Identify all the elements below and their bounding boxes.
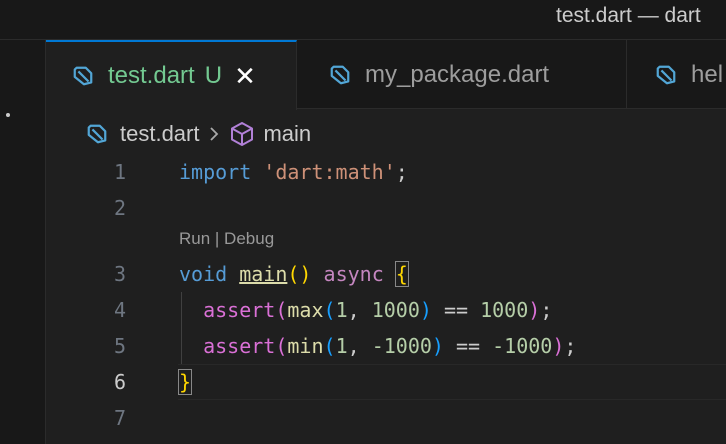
close-tab-icon[interactable]: ✕ <box>234 61 256 92</box>
code-line-6[interactable]: } <box>177 369 193 395</box>
tab-my-package-dart[interactable]: my_package.dart <box>297 40 627 109</box>
codelens-run-debug[interactable]: Run | Debug <box>179 229 274 249</box>
code-line-4[interactable]: assert(max(1, 1000) == 1000); <box>179 298 552 322</box>
untracked-status: U <box>204 62 223 89</box>
side-panel-edge <box>0 40 46 444</box>
line-number: 2 <box>113 196 126 220</box>
dart-file-icon <box>330 65 350 84</box>
tab-bar: test.dart U ✕ my_package.dart hel <box>46 40 726 110</box>
more-dot-icon[interactable] <box>6 113 10 117</box>
breadcrumb: test.dart main <box>86 120 311 148</box>
tab-test-dart[interactable]: test.dart U ✕ <box>46 40 297 110</box>
line-number: 3 <box>113 262 126 286</box>
dart-file-icon <box>73 66 93 86</box>
window-title: test.dart — dart <box>556 4 701 27</box>
line-number: 4 <box>113 298 126 322</box>
line-number: 7 <box>113 406 126 430</box>
code-line-3[interactable]: void main() async { <box>179 261 409 287</box>
dart-file-icon <box>87 124 107 144</box>
line-number: 1 <box>113 160 126 184</box>
breadcrumb-file[interactable]: test.dart <box>120 121 199 147</box>
tab-hel[interactable]: hel <box>627 40 726 109</box>
dart-file-icon <box>656 65 676 84</box>
current-line-highlight <box>178 364 726 400</box>
tab-label: test.dart <box>108 62 195 89</box>
breadcrumb-symbol[interactable]: main <box>263 121 311 147</box>
tab-label: hel <box>691 60 724 88</box>
line-number: 5 <box>113 334 126 358</box>
tab-label: my_package.dart <box>365 60 550 88</box>
code-line-1[interactable]: import 'dart:math'; <box>179 160 408 184</box>
chevron-right-icon <box>207 124 221 144</box>
title-bar: test.dart — dart <box>0 0 726 40</box>
code-line-5[interactable]: assert(min(1, -1000) == -1000); <box>179 334 576 358</box>
line-number: 6 <box>113 370 126 394</box>
cube-icon <box>229 121 255 147</box>
